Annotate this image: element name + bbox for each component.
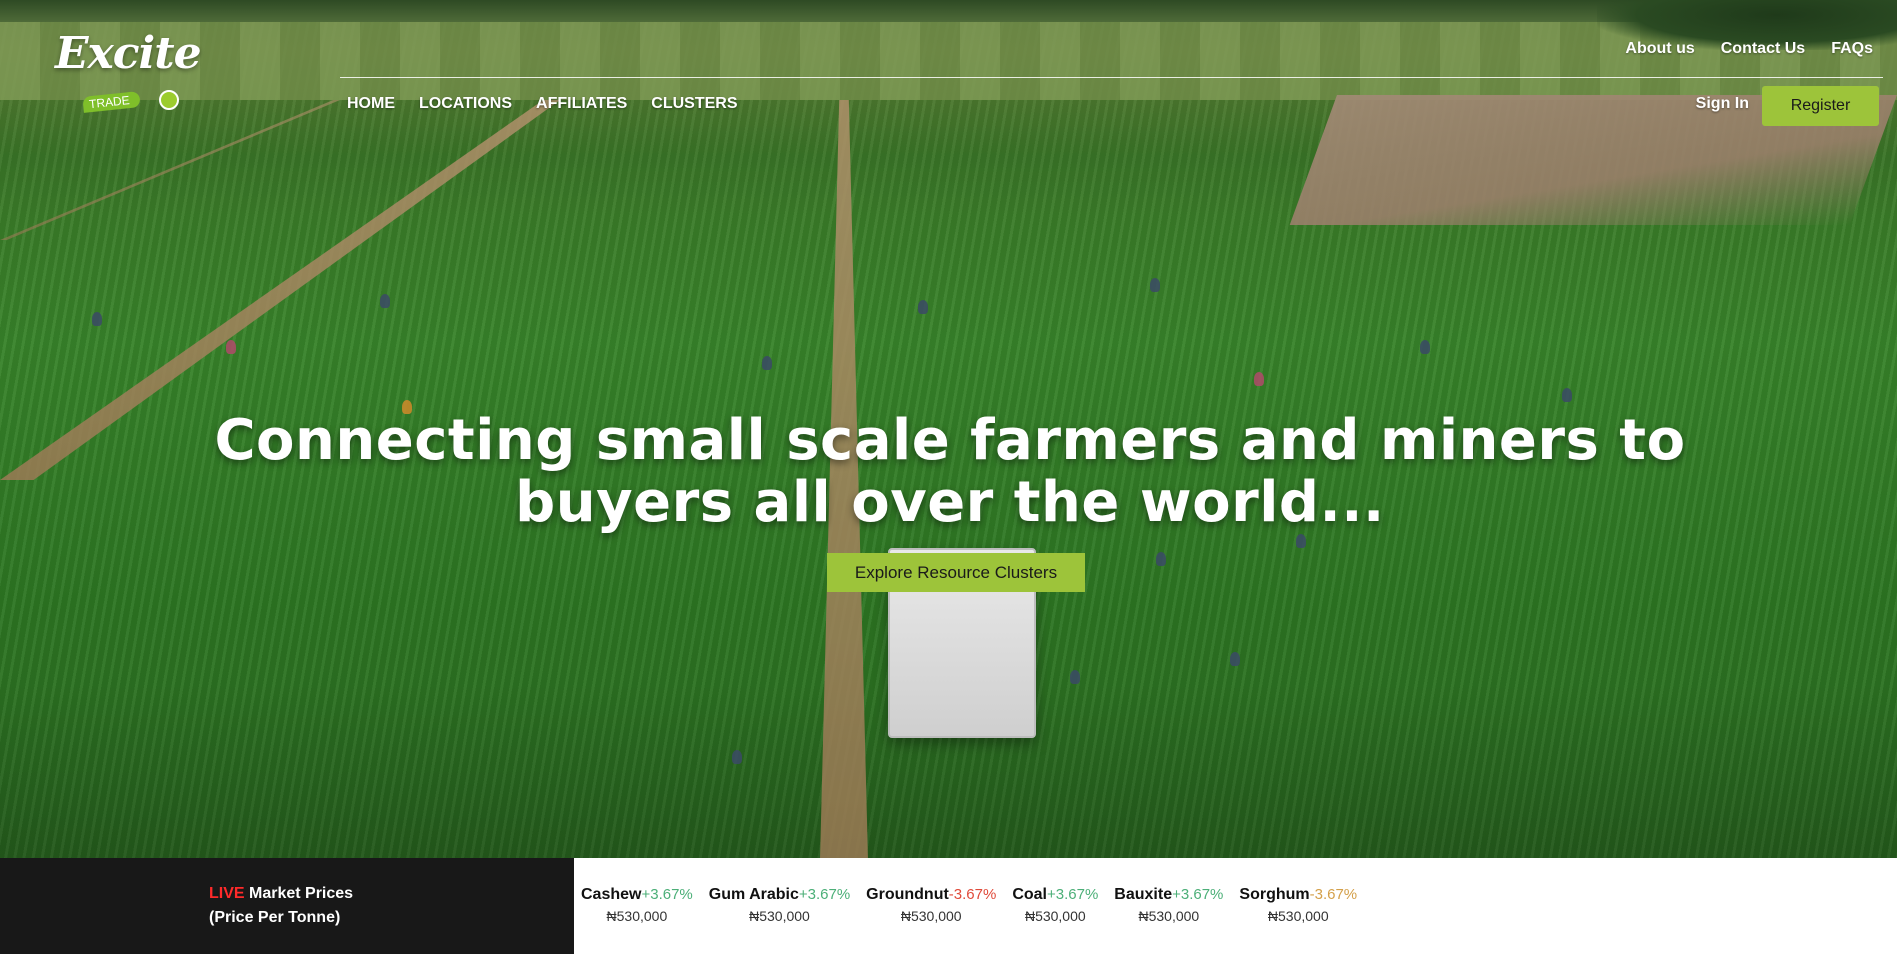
header-divider (340, 77, 1883, 78)
price-unit-label: (Price Per Tonne) (209, 909, 341, 926)
ticker-item-gum-arabic: Gum Arabic+3.67% ₦530,000 (709, 884, 850, 924)
field-worker (92, 312, 102, 326)
commodity-name: Cashew (581, 886, 642, 903)
logo-smile-icon (159, 90, 179, 110)
main-nav: HOME LOCATIONS AFFILIATES CLUSTERS (347, 95, 738, 113)
price-change: +3.67% (1172, 886, 1224, 903)
market-prices-label: Market Prices (244, 885, 354, 902)
price-change: -3.67% (1309, 886, 1358, 903)
price-change: -3.67% (948, 886, 997, 903)
nav-clusters[interactable]: CLUSTERS (651, 95, 737, 113)
dirt-path (0, 100, 340, 240)
field-worker (1562, 388, 1572, 402)
commodity-name: Bauxite (1114, 886, 1173, 903)
field-worker (1420, 340, 1430, 354)
field-worker (1296, 534, 1306, 548)
hero-headline: Connecting small scale farmers and miner… (150, 410, 1750, 534)
commodity-price: ₦530,000 (749, 908, 810, 924)
field-worker (918, 300, 928, 314)
register-button[interactable]: Register (1762, 86, 1879, 126)
field-worker (1156, 552, 1166, 566)
field-worker (732, 750, 742, 764)
utility-nav: About us Contact Us FAQs (1625, 40, 1873, 58)
logo-tag: TRADE (82, 91, 141, 113)
field-worker (1150, 278, 1160, 292)
commodity-name: Gum Arabic (708, 886, 799, 903)
hero-headline-line1: Connecting small scale farmers and miner… (214, 408, 1686, 473)
ticker-item-coal: Coal+3.67% ₦530,000 (1012, 884, 1098, 924)
about-us-link[interactable]: About us (1625, 40, 1694, 58)
explore-clusters-button[interactable]: Explore Resource Clusters (827, 553, 1085, 592)
field-worker (762, 356, 772, 370)
ticker-item-groundnut: Groundnut-3.67% ₦530,000 (866, 884, 996, 924)
field-worker (226, 340, 236, 354)
commodity-price: ₦530,000 (900, 908, 962, 924)
faqs-link[interactable]: FAQs (1831, 40, 1873, 58)
field-worker (380, 294, 390, 308)
sign-in-link[interactable]: Sign In (1696, 95, 1749, 113)
commodity-name: Groundnut (866, 886, 949, 903)
ticker-item-cashew: Cashew+3.67% ₦530,000 (581, 884, 693, 924)
field-worker (1230, 652, 1240, 666)
hero-headline-line2: buyers all over the world... (515, 470, 1385, 535)
commodity-name: Coal (1012, 886, 1047, 903)
price-ticker: Cashew+3.67% ₦530,000 Gum Arabic+3.67% ₦… (574, 858, 1897, 954)
nav-affiliates[interactable]: AFFILIATES (536, 95, 627, 113)
price-change: +3.67% (798, 886, 851, 903)
ticker-item-sorghum: Sorghum-3.67% ₦530,000 (1239, 884, 1357, 924)
commodity-price: ₦530,000 (1267, 908, 1329, 924)
commodity-price: ₦530,000 (606, 908, 668, 924)
ticker-label-panel: LIVE Market Prices (Price Per Tonne) (0, 858, 574, 954)
live-badge: LIVE (209, 885, 245, 902)
contact-us-link[interactable]: Contact Us (1721, 40, 1805, 58)
price-change: +3.67% (1047, 886, 1099, 903)
brand-logo[interactable]: Excite TRADE (55, 28, 202, 120)
commodity-name: Sorghum (1239, 886, 1310, 903)
ticker-item-bauxite: Bauxite+3.67% ₦530,000 (1114, 884, 1223, 924)
logo-wordmark: Excite (55, 28, 202, 79)
nav-home[interactable]: HOME (347, 95, 395, 113)
nav-locations[interactable]: LOCATIONS (419, 95, 512, 113)
field-worker (1070, 670, 1080, 684)
price-change: +3.67% (641, 886, 693, 903)
field-worker (1254, 372, 1264, 386)
commodity-price: ₦530,000 (1024, 908, 1086, 924)
commodity-price: ₦530,000 (1138, 908, 1200, 924)
